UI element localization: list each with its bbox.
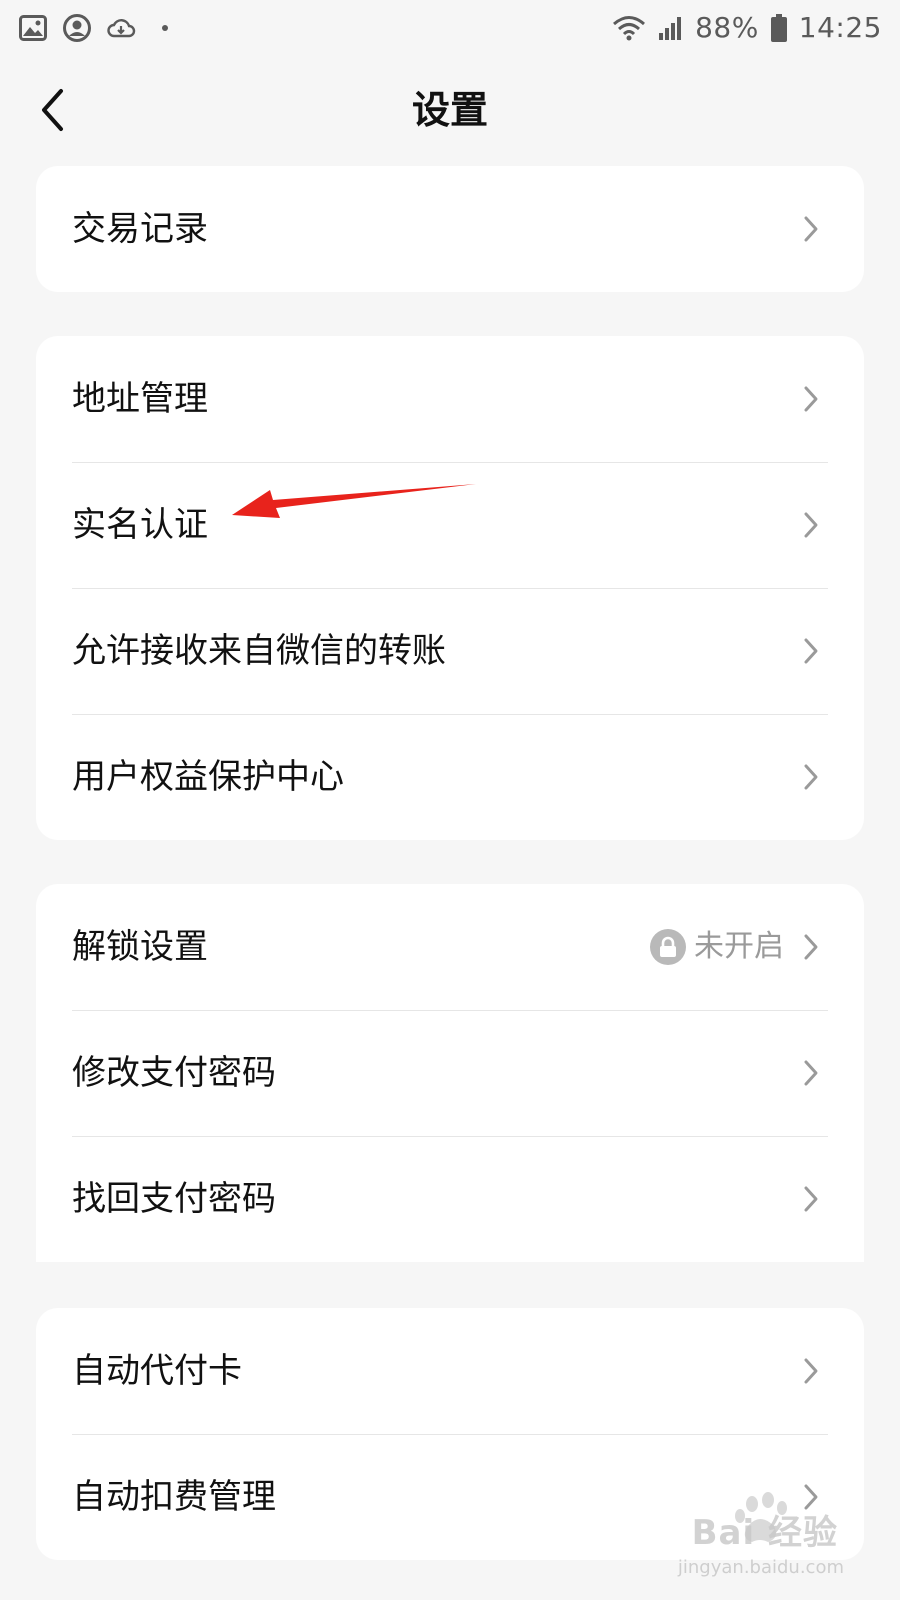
chevron-right-icon <box>800 214 822 244</box>
status-bar: 88% 14:25 <box>0 0 900 56</box>
wifi-icon <box>611 13 647 43</box>
chevron-right-icon <box>800 762 822 792</box>
menu-item-label: 交易记录 <box>72 209 208 249</box>
chevron-right-icon <box>800 384 822 414</box>
menu-item-auto-deduction-management[interactable]: 自动扣费管理 <box>36 1434 864 1560</box>
settings-group-transactions: 交易记录 <box>36 166 864 292</box>
settings-group-security: 解锁设置 未开启 修改支付密码 找回支付密码 <box>36 884 864 1262</box>
chevron-right-icon <box>800 932 822 962</box>
chevron-right-icon <box>800 1184 822 1214</box>
menu-item-unlock-settings[interactable]: 解锁设置 未开启 <box>36 884 864 1010</box>
settings-group-account: 地址管理 实名认证 允许接收来自微信的转账 用户权益保护中心 <box>36 336 864 840</box>
unlock-status-text: 未开启 <box>694 929 784 964</box>
settings-screen: 88% 14:25 设置 交易记录 地址管理 实名认证 允许接收来自微信的转账 … <box>0 0 900 1600</box>
menu-item-user-rights-protection[interactable]: 用户权益保护中心 <box>36 714 864 840</box>
menu-item-change-payment-password[interactable]: 修改支付密码 <box>36 1010 864 1136</box>
chevron-right-icon <box>800 510 822 540</box>
menu-item-label: 解锁设置 <box>72 927 208 967</box>
menu-item-label: 自动代付卡 <box>72 1351 242 1391</box>
unlock-status: 未开启 <box>650 927 784 967</box>
battery-icon <box>769 13 789 43</box>
menu-item-recover-payment-password[interactable]: 找回支付密码 <box>36 1136 864 1262</box>
page-title: 设置 <box>411 88 488 132</box>
settings-group-auto-pay: 自动代付卡 自动扣费管理 <box>36 1308 864 1560</box>
cloud-icon <box>106 13 136 43</box>
signal-icon <box>657 13 685 43</box>
battery-percentage: 88% <box>695 11 759 44</box>
menu-item-label: 自动扣费管理 <box>72 1477 276 1517</box>
chevron-right-icon <box>800 1058 822 1088</box>
watermark-site: jingyan.baidu.com <box>677 1557 844 1578</box>
menu-item-transaction-records[interactable]: 交易记录 <box>36 166 864 292</box>
chevron-right-icon <box>800 636 822 666</box>
image-icon <box>18 13 48 43</box>
chevron-right-icon <box>800 1482 822 1512</box>
menu-item-label: 找回支付密码 <box>72 1179 276 1219</box>
chevron-right-icon <box>800 1356 822 1386</box>
menu-item-real-name-verification[interactable]: 实名认证 <box>36 462 864 588</box>
menu-item-label: 地址管理 <box>72 379 208 419</box>
lock-icon <box>650 929 686 965</box>
menu-item-label: 实名认证 <box>72 505 208 545</box>
menu-item-address-management[interactable]: 地址管理 <box>36 336 864 462</box>
menu-item-label: 修改支付密码 <box>72 1053 276 1093</box>
menu-item-label: 允许接收来自微信的转账 <box>72 631 446 671</box>
status-bar-left <box>18 0 180 56</box>
account-icon <box>62 13 92 43</box>
menu-item-auto-pay-card[interactable]: 自动代付卡 <box>36 1308 864 1434</box>
menu-item-allow-wechat-transfers[interactable]: 允许接收来自微信的转账 <box>36 588 864 714</box>
menu-item-label: 用户权益保护中心 <box>72 757 344 797</box>
dot-icon <box>150 13 180 43</box>
header: 设置 <box>0 56 900 164</box>
status-bar-right: 88% 14:25 <box>611 0 882 56</box>
status-time: 14:25 <box>798 11 882 44</box>
